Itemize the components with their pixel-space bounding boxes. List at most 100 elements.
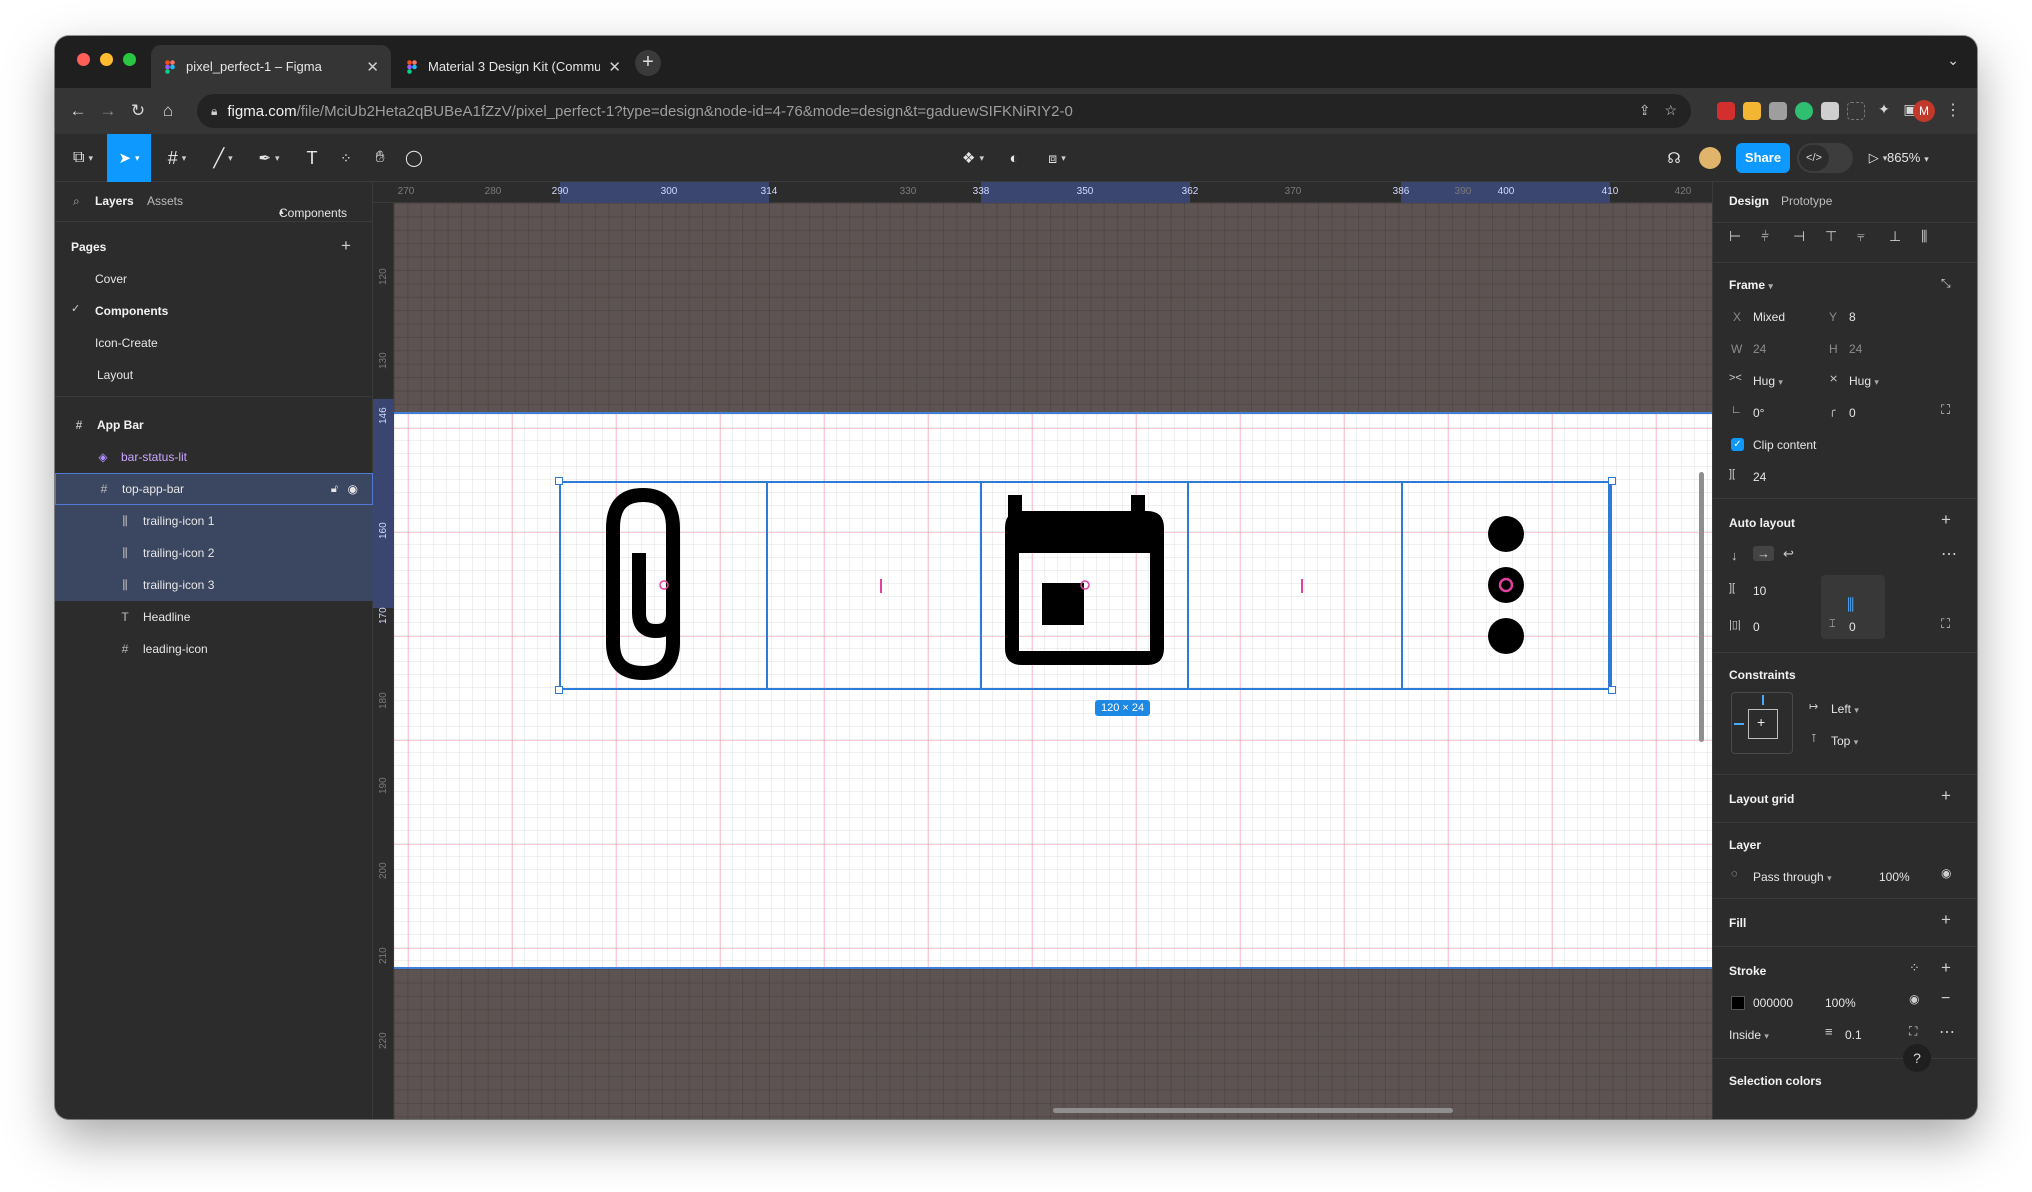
tab-layers[interactable]: Layers (95, 194, 134, 208)
stroke-sides-icon[interactable]: ⛶ (1909, 1024, 1917, 1039)
hand-tool-button[interactable]: ✋︎ (365, 134, 395, 182)
top-app-bar-frame[interactable]: 120 × 24 (394, 412, 1712, 969)
padding-v-field[interactable]: 0 (1849, 620, 1856, 634)
pen-tool-button[interactable]: ✒ ▾ (251, 134, 287, 182)
visibility-eye-icon[interactable]: ◉ (1909, 992, 1919, 1006)
selection-bounds[interactable] (559, 481, 1612, 690)
shape-tool-button[interactable]: ╱ ▾ (205, 134, 241, 182)
horizontal-scrollbar[interactable] (1053, 1108, 1453, 1113)
add-fill-icon[interactable]: + (1941, 910, 1951, 930)
extension-red-icon[interactable] (1717, 102, 1735, 120)
frame-tool-button[interactable]: # ▾ (159, 134, 195, 182)
extensions-puzzle-icon[interactable]: ✦ (1873, 101, 1895, 118)
extension-doc-icon[interactable] (1821, 102, 1839, 120)
stroke-color-swatch[interactable] (1731, 996, 1745, 1010)
stroke-position-dropdown[interactable]: Inside ▾ (1729, 1028, 1769, 1042)
constraint-widget[interactable]: + (1731, 692, 1793, 754)
browser-menu-icon[interactable]: ⋮ (1945, 100, 1961, 120)
visibility-eye-icon[interactable]: ◉ (348, 482, 358, 496)
resize-to-fit-icon[interactable]: ⤡ (1941, 276, 1951, 291)
style-grid-icon[interactable]: ⁘ (1909, 960, 1920, 976)
stroke-weight-field[interactable]: 0.1 (1845, 1028, 1862, 1042)
distribute-icon[interactable]: ⫼ (1921, 228, 1927, 245)
main-menu-button[interactable]: ⧉ ▾ (65, 134, 101, 182)
back-arrow-icon[interactable]: ← (67, 101, 89, 121)
browser-tab-figma[interactable]: pixel_perfect-1 – Figma ✕ (151, 45, 391, 88)
share-page-icon[interactable]: ⇪ (1639, 102, 1651, 119)
lock-icon[interactable]: 🔓︎ (331, 483, 338, 496)
blend-mode-dropdown[interactable]: Pass through ▾ (1753, 870, 1832, 884)
home-icon[interactable]: ⌂ (157, 101, 179, 121)
tab-assets[interactable]: Assets (147, 194, 183, 208)
close-tab-icon[interactable]: ✕ (608, 58, 621, 76)
minimize-window-button[interactable] (100, 53, 113, 66)
resize-handle[interactable] (1608, 686, 1616, 694)
layer-row[interactable]: T Headline (55, 601, 373, 633)
boolean-ops-button[interactable]: ⧈ ▾ (1037, 134, 1077, 182)
add-stroke-icon[interactable]: + (1941, 958, 1951, 978)
page-cover[interactable]: Cover (95, 272, 127, 286)
new-tab-button[interactable]: + (635, 50, 661, 76)
resize-handle[interactable] (555, 477, 563, 485)
layer-opacity-field[interactable]: 100% (1879, 870, 1910, 884)
mask-button[interactable]: ◐ (999, 134, 1029, 182)
direction-down-icon[interactable]: ↓ (1731, 548, 1738, 563)
resources-button[interactable]: ⁘ (331, 134, 361, 182)
extension-camera-icon[interactable] (1769, 102, 1787, 120)
dev-mode-toggle[interactable]: </> (1797, 143, 1853, 173)
clip-content-checkbox[interactable]: ✓ (1731, 438, 1744, 451)
forward-arrow-icon[interactable]: → (97, 101, 119, 121)
component-options-button[interactable]: ❖ ▾ (953, 134, 993, 182)
design-canvas[interactable]: 270 280 290 300 314 330 338 350 362 370 … (373, 182, 1712, 1119)
x-field[interactable]: Mixed (1753, 310, 1785, 324)
visibility-eye-icon[interactable]: ◉ (1941, 866, 1951, 880)
page-components[interactable]: Components (95, 304, 168, 318)
tab-design[interactable]: Design (1729, 194, 1769, 208)
align-middle-v-icon[interactable]: ⫧ (1857, 228, 1865, 245)
y-field[interactable]: 8 (1849, 310, 1856, 324)
page-layout[interactable]: Layout (97, 368, 133, 382)
w-field[interactable]: 24 (1753, 342, 1766, 356)
height-mode-dropdown[interactable]: Hug ▾ (1849, 374, 1879, 388)
align-left-icon[interactable]: ⊢ (1729, 228, 1741, 245)
more-options-icon[interactable]: ⋯ (1941, 544, 1957, 564)
page-icon-create[interactable]: Icon-Create (95, 336, 158, 350)
maximize-window-button[interactable] (123, 53, 136, 66)
tab-search-chevron-icon[interactable]: ⌄ (1947, 52, 1959, 69)
extension-green-icon[interactable] (1795, 102, 1813, 120)
spacing-field[interactable]: 24 (1753, 470, 1766, 484)
close-tab-icon[interactable]: ✕ (366, 58, 379, 76)
align-bottom-icon[interactable]: ⊥ (1889, 228, 1901, 245)
resize-handle[interactable] (1608, 477, 1616, 485)
profile-avatar[interactable]: M (1913, 100, 1935, 122)
add-layout-grid-icon[interactable]: + (1941, 786, 1951, 806)
layer-row[interactable]: ◈ bar-status-lit (55, 441, 373, 473)
close-window-button[interactable] (77, 53, 90, 66)
align-center-h-icon[interactable]: ⫩ (1761, 228, 1769, 245)
frame-section-title[interactable]: Frame ▾ (1729, 278, 1773, 292)
bookmark-star-icon[interactable]: ☆ (1664, 102, 1677, 119)
layer-row[interactable]: # App Bar (55, 409, 373, 441)
independent-corners-icon[interactable]: ⛶ (1941, 402, 1950, 418)
h-field[interactable]: 24 (1849, 342, 1862, 356)
layer-row[interactable]: ⫼ trailing-icon 1 (55, 505, 373, 537)
help-button[interactable]: ? (1903, 1044, 1931, 1072)
share-button[interactable]: Share (1736, 143, 1790, 173)
corner-radius-field[interactable]: 0 (1849, 406, 1856, 420)
wrap-icon[interactable]: ↩ (1783, 546, 1794, 562)
rotation-field[interactable]: 0° (1753, 406, 1764, 420)
collaborator-avatar[interactable] (1695, 134, 1725, 182)
align-top-icon[interactable]: ⊤ (1825, 228, 1837, 245)
width-mode-dropdown[interactable]: Hug ▾ (1753, 374, 1783, 388)
move-tool-button[interactable]: ➤ ▾ (107, 134, 151, 182)
search-layers-icon[interactable]: ⌕ (73, 194, 80, 209)
layer-row[interactable]: # leading-icon (55, 633, 373, 665)
individual-padding-icon[interactable]: ⛶ (1941, 616, 1950, 632)
vertical-scrollbar[interactable] (1699, 472, 1704, 742)
zoom-level[interactable]: 865% ▾ (1887, 150, 1929, 165)
advanced-stroke-icon[interactable]: ⋯ (1939, 1022, 1955, 1042)
reload-icon[interactable]: ↻ (127, 101, 149, 121)
layer-row[interactable]: ⫼ trailing-icon 3 (55, 569, 373, 601)
stroke-opacity-field[interactable]: 100% (1825, 996, 1856, 1010)
add-page-icon[interactable]: + (341, 236, 351, 256)
